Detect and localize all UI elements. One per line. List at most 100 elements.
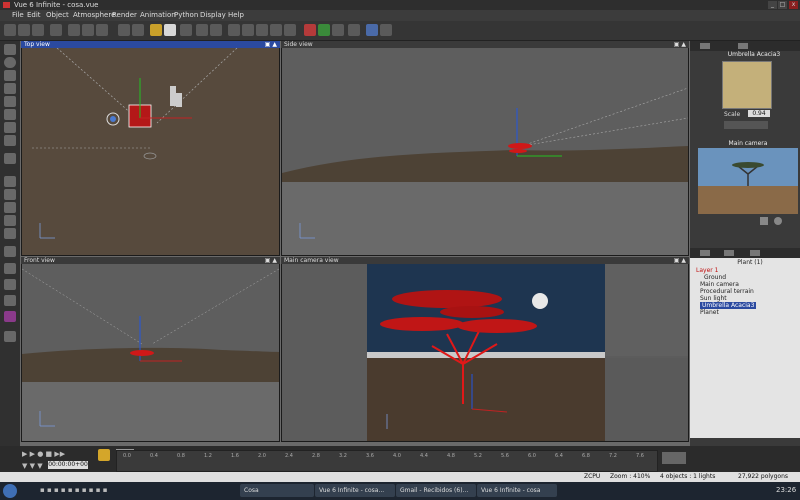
menu-atmosphere[interactable]: Atmosphere xyxy=(73,11,115,19)
list-item[interactable]: Main camera xyxy=(700,281,739,288)
cut-icon[interactable] xyxy=(82,24,94,36)
top-viewport[interactable]: Top view ▣ ▲ xyxy=(21,41,280,256)
viewport-controls-icon[interactable]: ▣ ▲ xyxy=(265,257,277,264)
layer-tab-icon[interactable] xyxy=(738,43,748,49)
save-icon[interactable] xyxy=(32,24,44,36)
viewport-controls-icon[interactable]: ▣ ▲ xyxy=(674,41,686,48)
green-sphere-icon[interactable] xyxy=(318,24,330,36)
special-icon[interactable] xyxy=(4,311,16,322)
materials-tab-icon[interactable] xyxy=(724,250,734,256)
tick-label: 1.2 xyxy=(204,453,212,459)
plant-icon[interactable] xyxy=(4,122,16,133)
menu-edit[interactable]: Edit xyxy=(27,11,41,19)
open-icon[interactable] xyxy=(18,24,30,36)
viewport-controls-icon[interactable]: ▣ ▲ xyxy=(265,41,277,48)
minimize-button[interactable]: _ xyxy=(768,1,777,9)
preview-controls[interactable] xyxy=(724,121,768,129)
red-sphere-icon[interactable] xyxy=(304,24,316,36)
light-icon[interactable] xyxy=(4,135,16,146)
links-tab-icon[interactable] xyxy=(750,250,760,256)
tick-label: 7.6 xyxy=(636,453,644,459)
side-viewport[interactable]: Side view ▣ ▲ xyxy=(281,41,689,256)
grid-icon[interactable] xyxy=(380,24,392,36)
list-item[interactable]: Procedural terrain xyxy=(700,288,754,295)
group-icon[interactable] xyxy=(196,24,208,36)
front-viewport[interactable]: Front view ▣ ▲ xyxy=(21,257,280,442)
time-field[interactable]: 00:00:00+00 xyxy=(48,461,88,469)
menu-python[interactable]: Python xyxy=(174,11,198,19)
ungroup-icon[interactable] xyxy=(210,24,222,36)
new-icon[interactable] xyxy=(4,24,16,36)
menu-animation[interactable]: Animation xyxy=(140,11,176,19)
scale-field[interactable]: 0.94 xyxy=(748,110,770,117)
cone-icon[interactable] xyxy=(4,44,16,55)
camera-preview xyxy=(698,148,798,214)
options-icon[interactable] xyxy=(68,24,80,36)
move-icon[interactable] xyxy=(4,263,16,274)
sphere-icon[interactable] xyxy=(4,57,16,68)
list-item[interactable]: Planet xyxy=(700,309,719,316)
zoom-out-icon[interactable] xyxy=(270,24,282,36)
ecosystem-icon[interactable] xyxy=(4,279,16,290)
task-vue[interactable]: Vue 6 Infinite - cosa... xyxy=(315,484,395,497)
cylinder-icon[interactable] xyxy=(4,246,16,257)
list-item[interactable]: Sun light xyxy=(700,295,727,302)
align-icon[interactable] xyxy=(228,24,240,36)
scale-label: Scale xyxy=(724,111,741,118)
cube-icon[interactable] xyxy=(4,153,16,164)
rock-icon[interactable] xyxy=(4,109,16,120)
symmetric-icon[interactable] xyxy=(4,202,16,213)
main-camera-viewport[interactable]: Main camera view ▣ ▲ xyxy=(281,257,689,442)
playback-controls[interactable]: ▶ ▶ ● ■ ▶▶ xyxy=(22,450,92,458)
camera-icon[interactable] xyxy=(242,24,254,36)
atmosphere-icon[interactable] xyxy=(150,24,162,36)
task-gmail[interactable]: Gmail - Recibidos (6)... xyxy=(396,484,476,497)
clock: 23:26 xyxy=(776,486,797,494)
pyramid-icon[interactable] xyxy=(4,228,16,239)
list-item-selected[interactable]: Umbrella Acacia3 xyxy=(700,302,757,309)
menu-object[interactable]: Object xyxy=(46,11,69,19)
link-icon[interactable] xyxy=(180,24,192,36)
viewport-controls-icon[interactable]: ▣ ▲ xyxy=(674,257,686,264)
title-bar: Vue 6 Infinite - cosa.vue _ □ x xyxy=(0,0,800,10)
timeline-options-icon[interactable] xyxy=(662,452,686,464)
menu-display[interactable]: Display xyxy=(200,11,226,19)
render-icon[interactable] xyxy=(50,24,62,36)
metablob-icon[interactable] xyxy=(4,189,16,200)
zoom-in-icon[interactable] xyxy=(256,24,268,36)
list-item[interactable]: Ground xyxy=(704,274,726,281)
quick-launch[interactable]: ▪ ▪ ▪ ▪ ▪ ▪ ▪ ▪ ▪ ▪ xyxy=(40,486,190,496)
undo-icon[interactable] xyxy=(118,24,130,36)
start-button-icon[interactable] xyxy=(3,484,17,498)
menu-file[interactable]: File xyxy=(12,11,24,19)
keyframe-icon[interactable] xyxy=(98,449,110,461)
materials-icon[interactable] xyxy=(332,24,344,36)
copy-icon[interactable] xyxy=(96,24,108,36)
objects-tab-icon[interactable] xyxy=(700,250,710,256)
import-icon[interactable] xyxy=(4,331,16,342)
tick-label: 2.4 xyxy=(285,453,293,459)
object-tab-icon[interactable] xyxy=(700,43,710,49)
display-icon[interactable] xyxy=(348,24,360,36)
pan-hand-icon[interactable] xyxy=(760,217,768,225)
timeline-track[interactable]: 0.0 0.4 0.8 1.2 1.6 2.0 2.4 2.8 3.2 3.6 … xyxy=(116,450,658,472)
boolean-icon[interactable] xyxy=(4,176,16,187)
close-button[interactable]: x xyxy=(789,1,798,9)
torus-icon[interactable] xyxy=(4,215,16,226)
redo-icon[interactable] xyxy=(132,24,144,36)
menu-help[interactable]: Help xyxy=(228,11,244,19)
list-item[interactable]: Layer 1 xyxy=(696,267,718,274)
task-cosa[interactable]: Cosa xyxy=(240,484,314,497)
water-icon[interactable] xyxy=(4,96,16,107)
rotate-camera-icon[interactable] xyxy=(774,217,782,225)
cloud-icon[interactable] xyxy=(164,24,176,36)
layout-icon[interactable] xyxy=(366,24,378,36)
cloud-tool-icon[interactable] xyxy=(4,295,16,306)
pan-icon[interactable] xyxy=(284,24,296,36)
maximize-button[interactable]: □ xyxy=(778,1,787,9)
task-vue-2[interactable]: Vue 6 Infinite - cosa xyxy=(477,484,557,497)
tick-label: 6.4 xyxy=(555,453,563,459)
text-icon[interactable] xyxy=(4,70,16,81)
menu-render[interactable]: Render xyxy=(112,11,137,19)
terrain-icon[interactable] xyxy=(4,83,16,94)
